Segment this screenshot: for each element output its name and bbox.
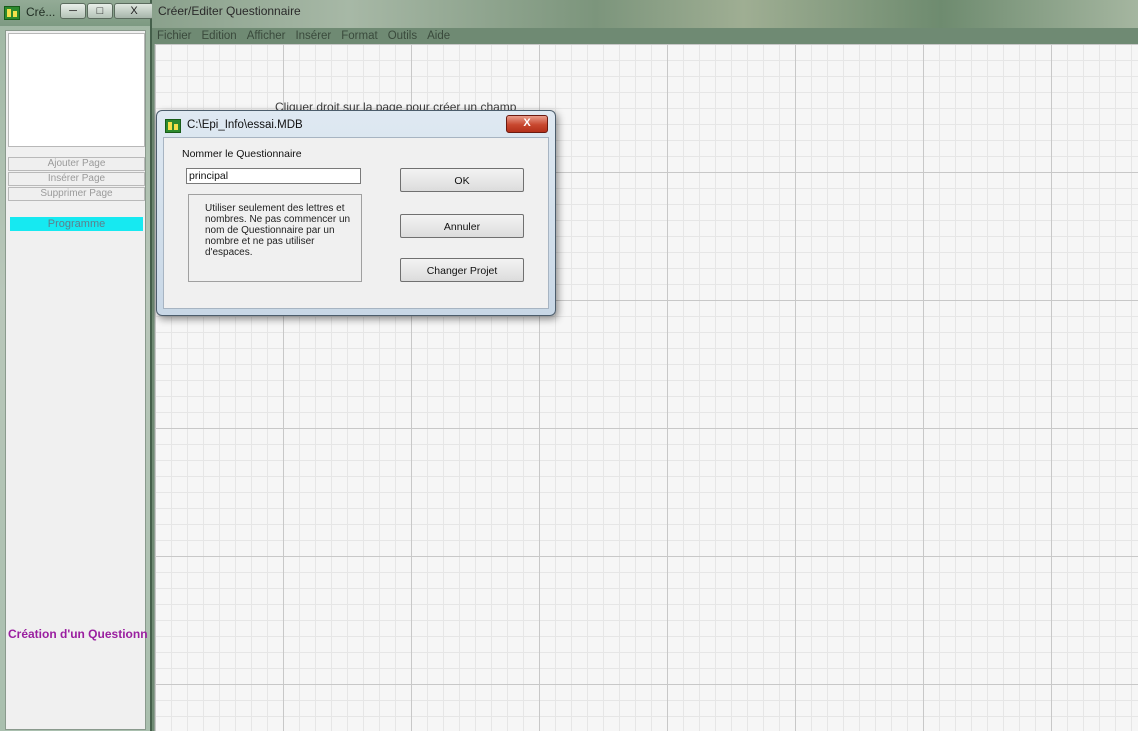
- main-window-titlebar[interactable]: Créer/Editer Questionnaire: [152, 0, 1138, 28]
- left-window: Cré... ─ □ X Ajouter Page Insérer Page S…: [0, 0, 154, 731]
- ok-button[interactable]: OK: [400, 168, 524, 192]
- menu-edition[interactable]: Edition: [197, 28, 242, 44]
- menu-afficher[interactable]: Afficher: [242, 28, 291, 44]
- name-questionnaire-dialog: C:\Epi_Info\essai.MDB X Nommer le Questi…: [156, 110, 556, 316]
- questionnaire-name-label: Nommer le Questionnaire: [182, 148, 302, 160]
- menu-format[interactable]: Format: [336, 28, 382, 44]
- left-window-title: Cré...: [26, 5, 56, 19]
- app-icon: [165, 119, 181, 133]
- insert-page-button[interactable]: Insérer Page: [8, 172, 145, 186]
- page-preview[interactable]: [8, 33, 145, 147]
- questionnaire-name-input[interactable]: [186, 168, 361, 184]
- menu-inserer[interactable]: Insérer: [290, 28, 336, 44]
- menu-aide[interactable]: Aide: [422, 28, 455, 44]
- dialog-close-button[interactable]: X: [506, 115, 548, 133]
- menu-fichier[interactable]: Fichier: [152, 28, 197, 44]
- cancel-button[interactable]: Annuler: [400, 214, 524, 238]
- app-icon: [4, 6, 20, 20]
- naming-rules-info: Utiliser seulement des lettres et nombre…: [188, 194, 362, 282]
- add-page-button[interactable]: Ajouter Page: [8, 157, 145, 171]
- minimize-button[interactable]: ─: [60, 3, 86, 19]
- program-button[interactable]: Programme: [10, 217, 143, 231]
- dialog-body: Nommer le Questionnaire Utiliser seuleme…: [163, 137, 549, 309]
- delete-page-button[interactable]: Supprimer Page: [8, 187, 145, 201]
- dialog-title: C:\Epi_Info\essai.MDB: [187, 119, 303, 131]
- main-window-title: Créer/Editer Questionnaire: [158, 4, 301, 18]
- dialog-titlebar[interactable]: C:\Epi_Info\essai.MDB X: [163, 115, 549, 135]
- left-window-titlebar[interactable]: Cré... ─ □ X: [0, 0, 154, 26]
- menu-bar: Fichier Edition Afficher Insérer Format …: [152, 28, 1138, 44]
- close-button[interactable]: X: [114, 3, 154, 19]
- menu-outils[interactable]: Outils: [383, 28, 422, 44]
- change-project-button[interactable]: Changer Projet: [400, 258, 524, 282]
- status-label: Création d'un Questionnaire: [8, 627, 147, 641]
- left-panel: Ajouter Page Insérer Page Supprimer Page…: [5, 30, 147, 730]
- maximize-button[interactable]: □: [87, 3, 113, 19]
